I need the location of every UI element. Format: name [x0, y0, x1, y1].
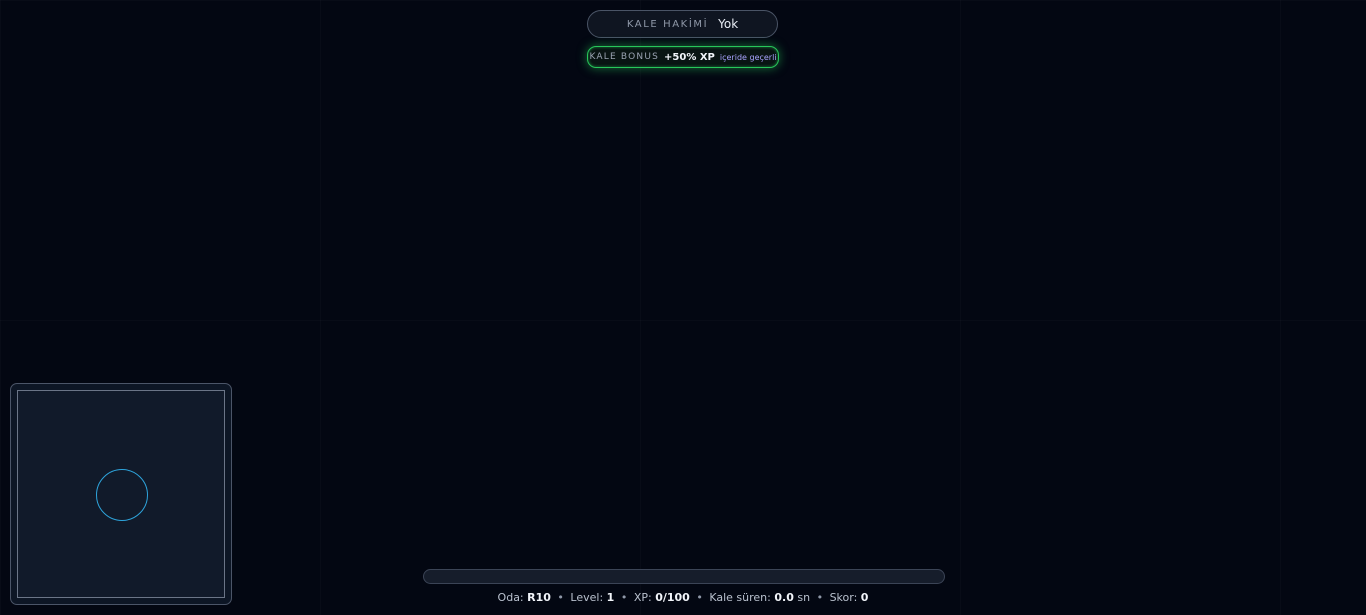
separator: • — [696, 591, 703, 604]
castle-time-unit: sn — [797, 591, 811, 604]
separator: • — [557, 591, 564, 604]
room-label: Oda: — [497, 591, 524, 604]
castle-bonus-value: +50% XP — [664, 51, 715, 63]
castle-owner-value: Yok — [718, 17, 739, 31]
castle-owner-label: KALE HAKİMİ — [626, 18, 709, 30]
castle-bonus-label: KALE BONUS — [589, 52, 660, 62]
minimap — [10, 383, 232, 605]
score-value: 0 — [860, 591, 869, 604]
separator: • — [816, 591, 824, 604]
castle-zone-circle — [96, 469, 148, 521]
room-value: R10 — [527, 591, 551, 604]
castle-owner-pill: KALE HAKİMİ Yok — [587, 10, 778, 38]
xp-value: 0/100 — [655, 591, 690, 604]
separator: • — [620, 591, 628, 604]
status-line: Oda: R10 • Level: 1 • XP: 0/100 • Kale s… — [0, 591, 1366, 604]
score-label: Skor: — [829, 591, 858, 604]
level-value: 1 — [606, 591, 615, 604]
castle-bonus-pill: KALE BONUS +50% XP içeride geçerli — [587, 46, 779, 68]
castle-time-value: 0.0 — [774, 591, 794, 604]
level-label: Level: — [570, 591, 604, 604]
castle-bonus-note: içeride geçerli — [719, 52, 777, 62]
game-canvas[interactable]: KALE HAKİMİ Yok KALE BONUS +50% XP içeri… — [0, 0, 1366, 615]
minimap-arena — [17, 390, 225, 598]
xp-progress-bar — [423, 569, 945, 584]
xp-label: XP: — [633, 591, 652, 604]
castle-time-label: Kale süren: — [709, 591, 771, 604]
